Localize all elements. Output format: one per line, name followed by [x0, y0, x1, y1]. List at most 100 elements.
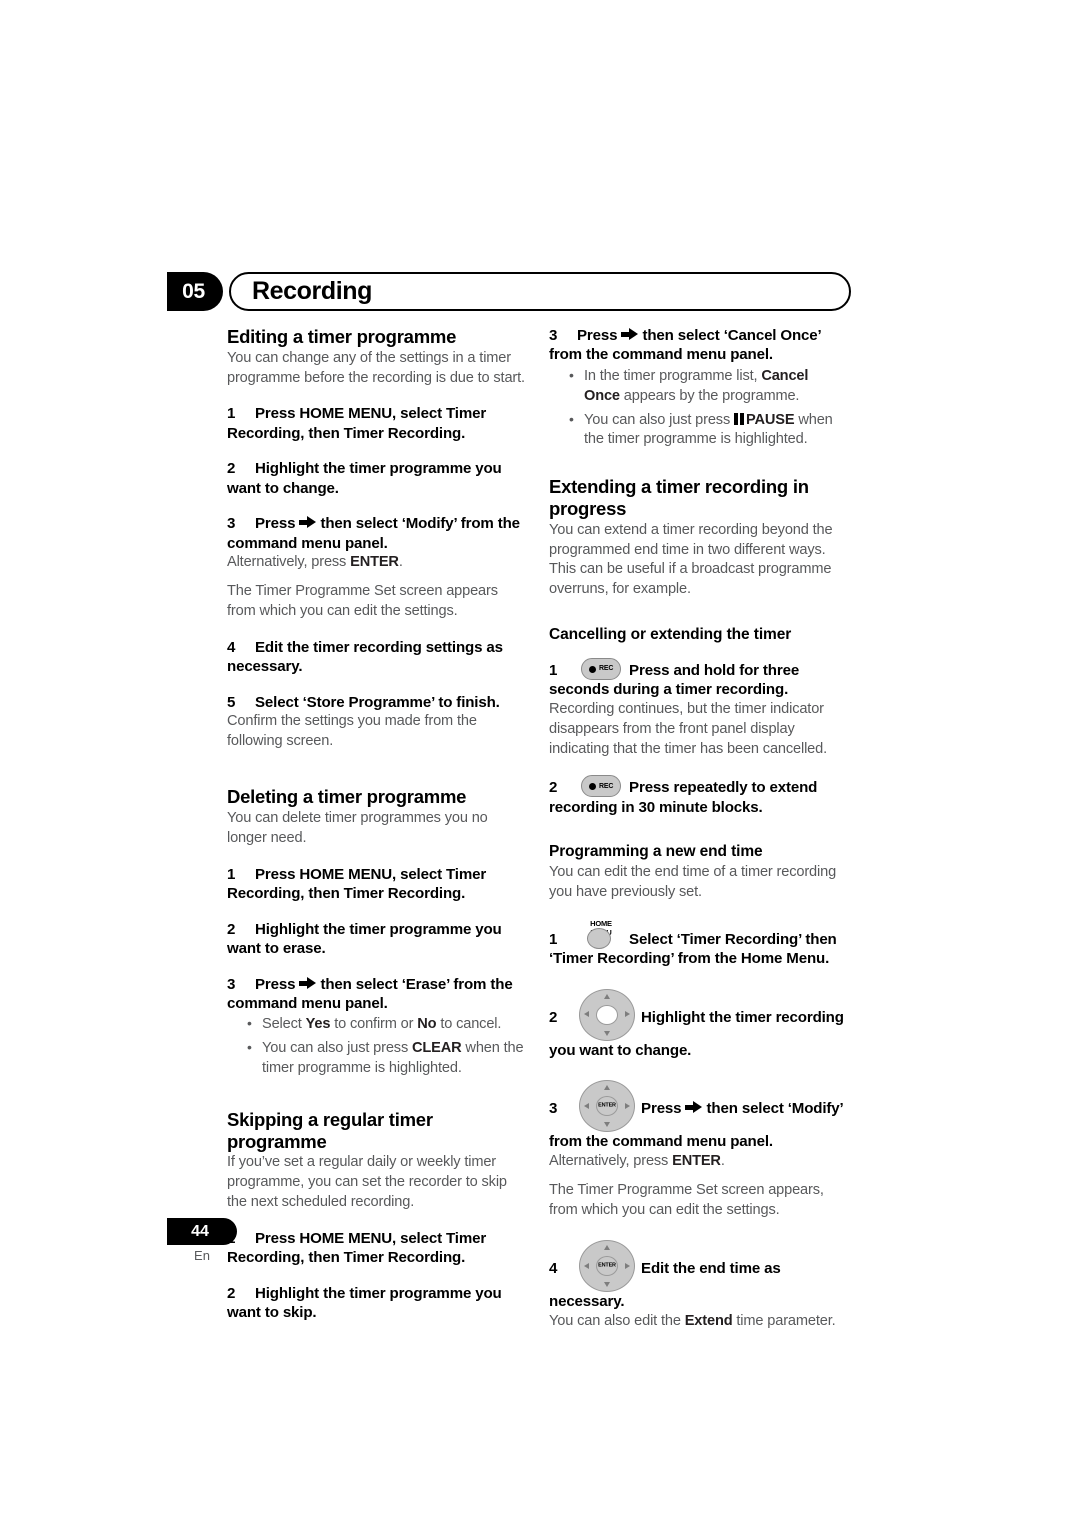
bullet-pre: In the timer programme list, [584, 367, 762, 384]
step-editing-5-body: Confirm the settings you made from the f… [227, 713, 477, 750]
page-footer: 44 En [167, 1218, 287, 1263]
language-code: En [194, 1248, 210, 1263]
step-cancelling-2: 2 REC Press repeatedly to extend recordin… [549, 775, 847, 817]
section-intro-editing: You can change any of the settings in a … [227, 349, 525, 386]
step-programming-2: 2 Highlight the timer recording you want… [549, 988, 847, 1060]
dpad-right-arrow-icon[interactable] [625, 1102, 630, 1109]
step-number: 2 [549, 779, 558, 797]
body-bold-extend: Extend [684, 1312, 733, 1329]
section-heading-editing: Editing a timer programme [227, 326, 457, 347]
step-text: Highlight the timer programme you want t… [227, 460, 502, 497]
dpad-enter-icon[interactable]: ENTER [579, 1240, 635, 1293]
note-bold: ENTER [672, 1152, 721, 1169]
step-editing-3-note: Alternatively, press ENTER. [227, 553, 525, 573]
list-item: You can also just press PAUSE when the t… [569, 410, 847, 451]
section-intro-deleting: You can delete timer programmes you no l… [227, 809, 488, 846]
note-pre: Alternatively, press [549, 1152, 673, 1169]
rec-button-label: REC [599, 665, 614, 673]
step-skipping-3: 3 Press then select ‘Cancel Once’ from th… [549, 326, 847, 365]
step-programming-4-body: You can also edit the Extend time parame… [549, 1312, 847, 1332]
arrow-right-icon [685, 1101, 703, 1114]
dpad-up-arrow-icon[interactable] [603, 993, 610, 999]
bullet-bold-yes: Yes [305, 1016, 331, 1033]
step-number: 3 [227, 975, 236, 993]
step-programming-3: 3 ENTER Press then select ‘Modify’ from t… [549, 1080, 847, 1151]
page-header: 05 Recording [167, 272, 851, 311]
step-editing-1: 1 Press HOME MENU, select Timer Recording… [227, 404, 525, 443]
list-item: Select Yes to confirm or No to cancel. [247, 1014, 525, 1035]
enter-button-label: ENTER [598, 1102, 616, 1109]
bullet-mid: to confirm or [330, 1016, 418, 1033]
step-number: 3 [227, 515, 236, 533]
dpad-up-arrow-icon[interactable] [603, 1085, 610, 1091]
pause-icon [734, 412, 745, 425]
rec-dot-icon [589, 783, 596, 791]
step-editing-5: 5 Select ‘Store Programme’ to finish. [227, 693, 525, 712]
rec-button-label: REC [599, 782, 614, 790]
section-heading-extending: Extending a timer recording in progress [549, 476, 809, 519]
step-text: Press HOME MENU, select Timer Recording,… [227, 405, 487, 442]
section-intro-extending: You can extend a timer recording beyond … [549, 521, 833, 598]
section-heading-skipping: Skipping a regular timer programme [227, 1109, 433, 1152]
step-number: 3 [549, 1100, 558, 1118]
step-deleting-1: 1 Press HOME MENU, select Timer Recording… [227, 865, 525, 904]
body-post: time parameter. [732, 1312, 836, 1329]
dpad-down-arrow-icon[interactable] [603, 1030, 610, 1036]
dpad-left-arrow-icon[interactable] [584, 1011, 589, 1018]
step-editing-2: 2 Highlight the timer programme you want … [227, 459, 525, 498]
body-pre: You can also edit the [549, 1312, 685, 1329]
step-text: Press HOME MENU, select Timer Recording,… [227, 865, 487, 903]
step-number: 2 [227, 460, 236, 478]
step-text-pre: Press [255, 515, 296, 533]
dpad-left-arrow-icon[interactable] [584, 1262, 589, 1269]
step-editing-3: 3 Press then select ‘Modify’ from the com… [227, 514, 525, 553]
step-editing-4: 4 Edit the timer recording settings as ne… [227, 638, 525, 677]
subsection-heading-programming: Programming a new end time [549, 843, 763, 861]
step-text: Edit the timer recording settings as nec… [227, 638, 503, 676]
step-programming-1: 1HOME MENU Select ‘Timer Recording’ then… [549, 919, 847, 969]
home-menu-button-cap [587, 927, 611, 949]
dpad-icon[interactable] [579, 988, 635, 1041]
step-programming-3-note: Alternatively, press ENTER. [549, 1152, 847, 1172]
arrow-right-icon [621, 328, 639, 341]
step-text: Select ‘Store Programme’ to finish. [255, 693, 500, 711]
dpad-left-arrow-icon[interactable] [584, 1102, 589, 1109]
page-title: Recording [252, 277, 373, 305]
step-number: 1 [549, 661, 558, 679]
rec-button-icon[interactable]: REC [581, 657, 621, 680]
bullet-pre: You can also just press [262, 1040, 412, 1057]
right-column: 3 Press then select ‘Cancel Once’ from th… [549, 326, 847, 1332]
rec-button-icon[interactable]: REC [581, 775, 621, 798]
dpad-right-arrow-icon[interactable] [625, 1262, 630, 1269]
dpad-down-arrow-icon[interactable] [603, 1282, 610, 1288]
skipping-bullet-list: In the timer programme list, Cancel Once… [549, 366, 847, 451]
dpad-down-arrow-icon[interactable] [603, 1122, 610, 1128]
step-deleting-3: 3 Press then select ‘Erase’ from the comm… [227, 975, 525, 1014]
step-text-pre: Press [255, 975, 296, 993]
subsection-heading-cancelling: Cancelling or extending the timer [549, 626, 792, 644]
step-editing-3-body: The Timer Programme Set screen appears f… [227, 583, 498, 620]
step-number: 2 [227, 920, 236, 938]
bullet-pre: You can also just press [584, 411, 734, 428]
note-post: . [398, 554, 403, 571]
home-menu-button-icon[interactable]: HOME MENU [579, 919, 623, 949]
section-intro-skipping: If you’ve set a regular daily or weekly … [227, 1154, 507, 1211]
step-skipping-2: 2 Highlight the timer programme you want … [227, 1284, 525, 1323]
step-number: 1 [227, 405, 236, 423]
step-text: Highlight the timer programme you want t… [227, 920, 502, 958]
rec-dot-icon [589, 665, 596, 673]
step-cancelling-1: 1 REC Press and hold for three seconds du… [549, 657, 847, 700]
subsection-intro-programming: You can edit the end time of a timer rec… [549, 864, 837, 900]
step-text-pre: Press [641, 1100, 682, 1118]
dpad-center-hub[interactable] [596, 1004, 618, 1025]
step-number: 1 [549, 930, 558, 948]
dpad-up-arrow-icon[interactable] [603, 1245, 610, 1251]
dpad-enter-icon[interactable]: ENTER [579, 1080, 635, 1133]
deleting-bullet-list: Select Yes to confirm or No to cancel. Y… [227, 1014, 525, 1079]
bullet-bold-pause: PAUSE [746, 411, 795, 428]
step-deleting-2: 2 Highlight the timer programme you want … [227, 920, 525, 959]
enter-button-label: ENTER [598, 1262, 616, 1269]
dpad-right-arrow-icon[interactable] [625, 1011, 630, 1018]
note-pre: Alternatively, press [227, 554, 351, 571]
step-cancelling-1-body: Recording continues, but the timer indic… [549, 700, 828, 757]
